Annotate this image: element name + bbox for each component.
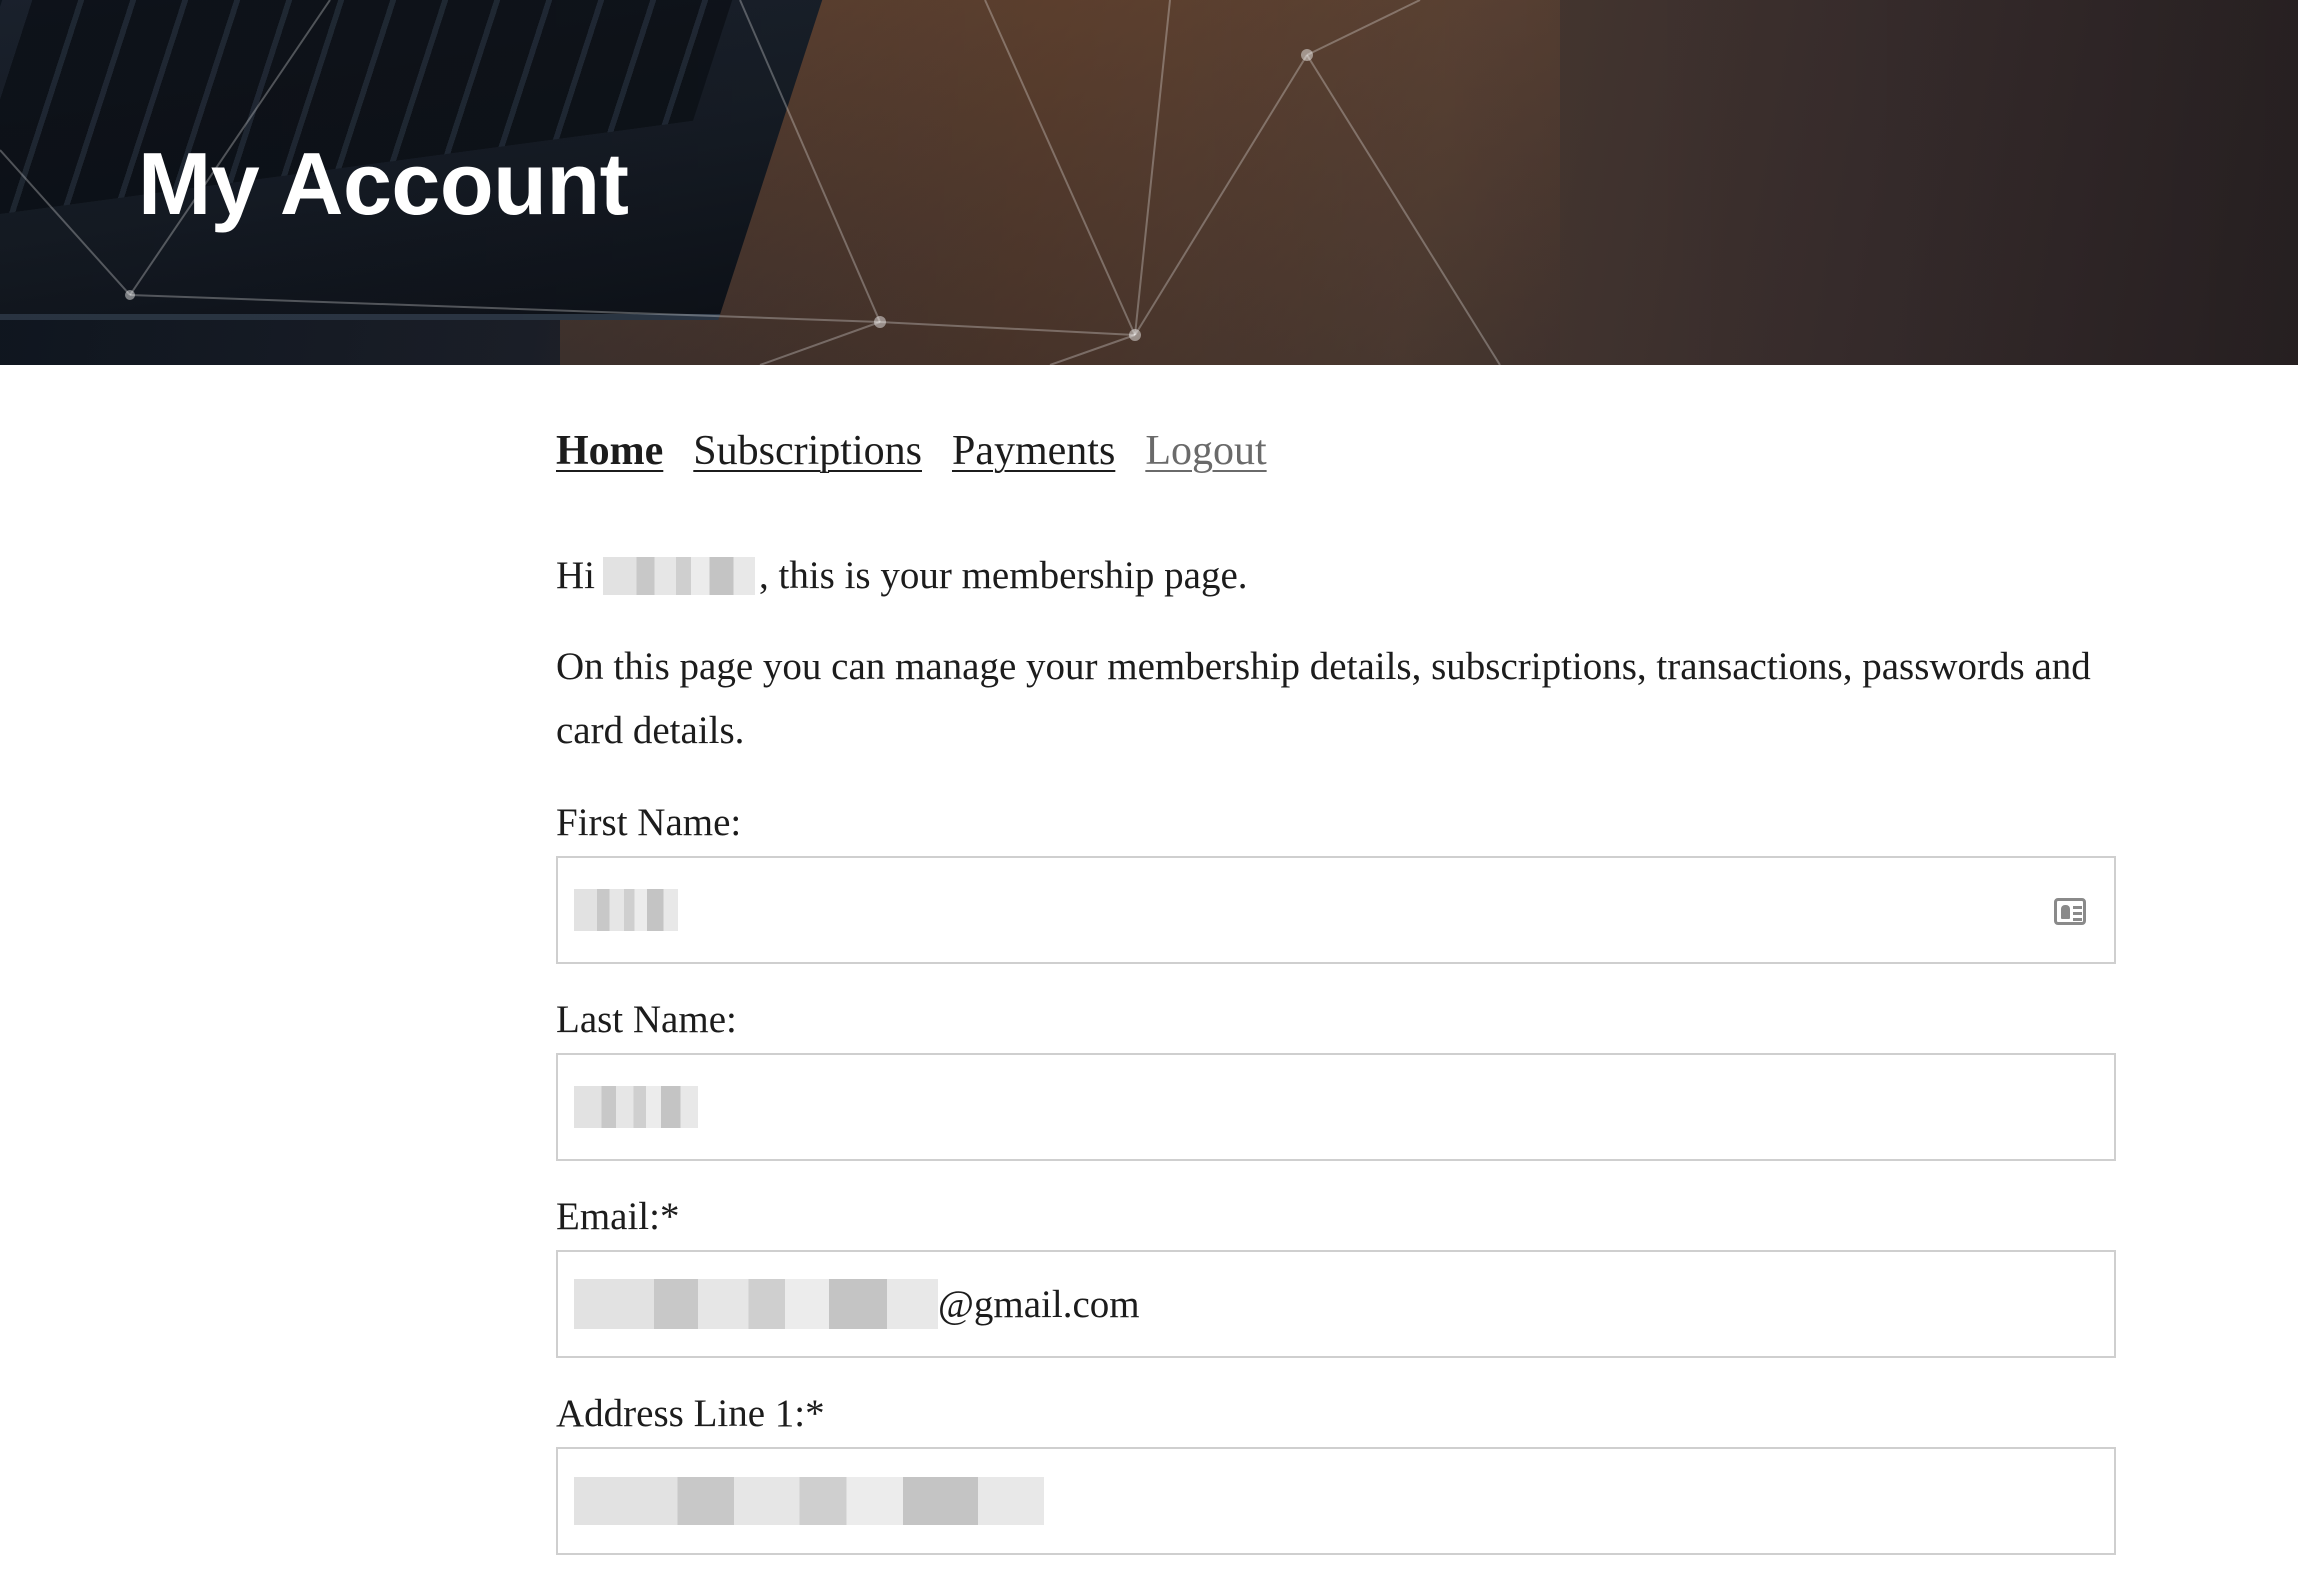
account-content: Home Subscriptions Payments Logout Hi , … <box>556 430 2116 1555</box>
email-input[interactable]: @gmail.com <box>556 1250 2116 1358</box>
greeting-text: Hi , this is your membership page. <box>556 556 2116 595</box>
nav-link-payments[interactable]: Payments <box>952 430 1115 486</box>
address-line-1-label: Address Line 1:* <box>556 1392 825 1435</box>
account-nav: Home Subscriptions Payments Logout <box>556 430 2116 486</box>
first-name-label: First Name: <box>556 801 742 844</box>
last-name-field-group: Last Name: <box>556 1000 2116 1161</box>
email-domain-text: @gmail.com <box>938 1282 1140 1326</box>
intro-paragraph: On this page you can manage your members… <box>556 645 2091 752</box>
redacted-user-name <box>603 556 755 595</box>
redacted-last-name-value <box>574 1086 698 1128</box>
contact-card-icon[interactable] <box>2054 898 2086 925</box>
nav-link-logout[interactable]: Logout <box>1145 430 1266 486</box>
email-field-group: Email:* @gmail.com <box>556 1197 2116 1358</box>
last-name-label: Last Name: <box>556 998 737 1041</box>
address-line-1-field-group: Address Line 1:* <box>556 1394 2116 1555</box>
address-line-1-input[interactable] <box>556 1447 2116 1555</box>
nav-link-subscriptions[interactable]: Subscriptions <box>693 430 922 486</box>
email-label: Email:* <box>556 1195 680 1238</box>
first-name-field-group: First Name: <box>556 803 2116 964</box>
greeting-suffix: , this is your membership page. <box>759 554 1248 597</box>
greeting-prefix: Hi <box>556 554 595 597</box>
first-name-input[interactable] <box>556 856 2116 964</box>
redacted-email-local-part <box>574 1279 938 1329</box>
page-title: My Account <box>138 134 629 233</box>
nav-link-home[interactable]: Home <box>556 430 663 486</box>
redacted-address-value <box>574 1477 1044 1525</box>
last-name-input[interactable] <box>556 1053 2116 1161</box>
redacted-first-name-value <box>574 889 678 931</box>
hero-banner: My Account <box>0 0 2298 365</box>
